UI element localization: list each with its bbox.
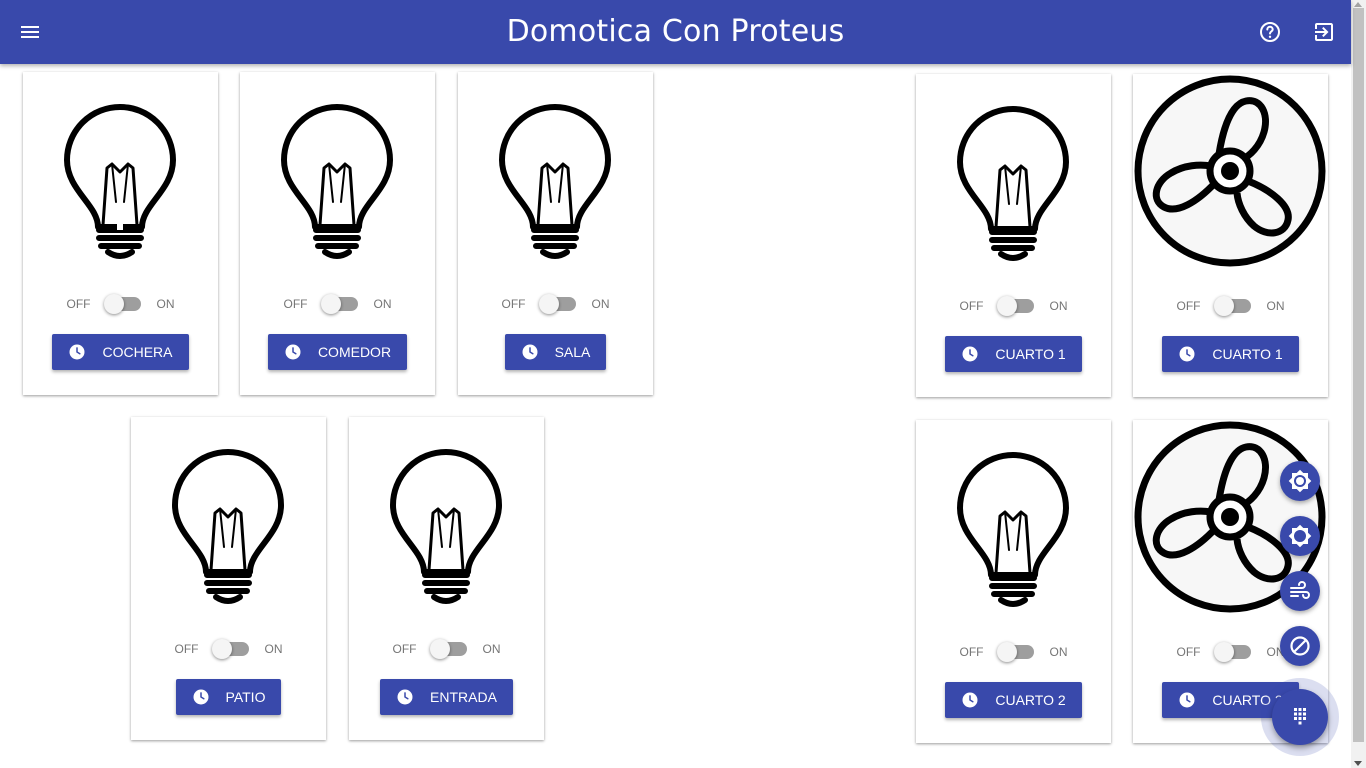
fan-image: [1133, 74, 1328, 274]
switch-on-label: ON: [1049, 645, 1068, 659]
button-label: ENTRADA: [430, 689, 497, 705]
switch-off-label: OFF: [1176, 299, 1201, 313]
bulb-image: [240, 72, 435, 272]
button-label: COCHERA: [102, 344, 173, 360]
device-card-cochera: OFF ON COCHERA: [23, 72, 218, 395]
schedule-button-cuarto-1-light[interactable]: CUARTO 1: [945, 336, 1082, 372]
power-toggle[interactable]: [1213, 642, 1251, 662]
block-button[interactable]: [1280, 626, 1320, 666]
power-switch-row: OFF ON: [458, 294, 653, 314]
clock-icon: [961, 345, 979, 363]
button-label: CUARTO 2: [995, 692, 1066, 708]
power-toggle[interactable]: [1213, 296, 1251, 316]
power-switch-row: OFF ON: [349, 639, 544, 659]
power-toggle[interactable]: [996, 296, 1034, 316]
page-title: Domotica Con Proteus: [506, 14, 845, 49]
schedule-button-entrada[interactable]: ENTRADA: [380, 679, 513, 715]
block-icon: [1288, 634, 1312, 658]
switch-on-label: ON: [591, 297, 610, 311]
switch-off-label: OFF: [392, 642, 417, 656]
brightness-high-button[interactable]: [1280, 461, 1320, 501]
brightness-high-icon: [1288, 469, 1312, 493]
switch-off-label: OFF: [283, 297, 308, 311]
switch-off-label: OFF: [1176, 645, 1201, 659]
switch-on-label: ON: [482, 642, 501, 656]
switch-on-label: ON: [156, 297, 175, 311]
device-card-cuarto-1-fan: OFF ON CUARTO 1: [1133, 74, 1328, 397]
bulb-image: [916, 74, 1111, 274]
device-card-comedor: OFF ON COMEDOR: [240, 72, 435, 395]
switch-off-label: OFF: [959, 645, 984, 659]
clock-icon: [1178, 345, 1196, 363]
power-toggle[interactable]: [429, 639, 467, 659]
clock-icon: [68, 343, 86, 361]
power-switch-row: OFF ON: [23, 294, 218, 314]
button-label: PATIO: [225, 689, 266, 705]
switch-off-label: OFF: [501, 297, 526, 311]
dialpad-icon: [1288, 705, 1312, 729]
switch-off-label: OFF: [959, 299, 984, 313]
wind-button[interactable]: [1280, 571, 1320, 611]
schedule-button-patio[interactable]: PATIO: [175, 679, 282, 715]
clock-icon: [521, 343, 539, 361]
power-toggle[interactable]: [538, 294, 576, 314]
scroll-up-arrow[interactable]: [1354, 2, 1362, 7]
brightness-low-button[interactable]: [1280, 516, 1320, 556]
help-circle-icon[interactable]: [1258, 20, 1282, 44]
bulb-image: [916, 420, 1111, 620]
clock-icon: [284, 343, 302, 361]
scrollbar-thumb[interactable]: [1353, 8, 1364, 742]
schedule-button-cochera[interactable]: COCHERA: [52, 334, 189, 370]
switch-on-label: ON: [1266, 299, 1285, 313]
power-switch-row: OFF ON: [131, 639, 326, 659]
power-toggle[interactable]: [996, 642, 1034, 662]
device-card-patio: OFF ON PATIO: [131, 417, 326, 740]
button-label: CUARTO 1: [995, 346, 1066, 362]
device-card-entrada: OFF ON ENTRADA: [349, 417, 544, 740]
power-toggle[interactable]: [103, 294, 141, 314]
button-label: SALA: [554, 344, 591, 360]
switch-on-label: ON: [1049, 299, 1068, 313]
app-root: Domotica Con Proteus OFF ON COCHERA OFF …: [0, 0, 1366, 768]
device-card-cuarto-1-light: OFF ON CUARTO 1: [916, 74, 1111, 397]
top-app-bar: Domotica Con Proteus: [0, 0, 1351, 64]
exit-to-app-icon[interactable]: [1312, 20, 1336, 44]
brightness-low-icon: [1288, 524, 1312, 548]
power-toggle[interactable]: [320, 294, 358, 314]
device-card-sala: OFF ON SALA: [458, 72, 653, 395]
wind-icon: [1288, 579, 1312, 603]
schedule-button-sala[interactable]: SALA: [504, 334, 607, 370]
clock-icon: [961, 691, 979, 709]
switch-off-label: OFF: [174, 642, 199, 656]
button-label: COMEDOR: [317, 344, 392, 360]
speed-dial-fab[interactable]: [1272, 689, 1328, 745]
switch-on-label: ON: [373, 297, 392, 311]
power-switch-row: OFF ON: [240, 294, 435, 314]
schedule-button-cuarto-1-fan[interactable]: CUARTO 1: [1162, 336, 1299, 372]
button-label: CUARTO 1: [1212, 346, 1283, 362]
bulb-image: [349, 417, 544, 617]
power-switch-row: OFF ON: [916, 296, 1111, 316]
schedule-button-comedor[interactable]: COMEDOR: [267, 334, 408, 370]
clock-icon: [1178, 691, 1196, 709]
bulb-image: [23, 72, 218, 272]
bulb-image: [131, 417, 326, 617]
scroll-down-arrow[interactable]: [1354, 761, 1362, 766]
schedule-button-cuarto-2-light[interactable]: CUARTO 2: [945, 682, 1082, 718]
power-switch-row: OFF ON: [916, 642, 1111, 662]
switch-on-label: ON: [264, 642, 283, 656]
vertical-scrollbar[interactable]: [1351, 0, 1366, 768]
clock-icon: [192, 688, 210, 706]
bulb-image: [458, 72, 653, 272]
power-switch-row: OFF ON: [1133, 296, 1328, 316]
clock-icon: [396, 688, 414, 706]
switch-off-label: OFF: [66, 297, 91, 311]
device-card-cuarto-2-light: OFF ON CUARTO 2: [916, 420, 1111, 743]
power-toggle[interactable]: [211, 639, 249, 659]
